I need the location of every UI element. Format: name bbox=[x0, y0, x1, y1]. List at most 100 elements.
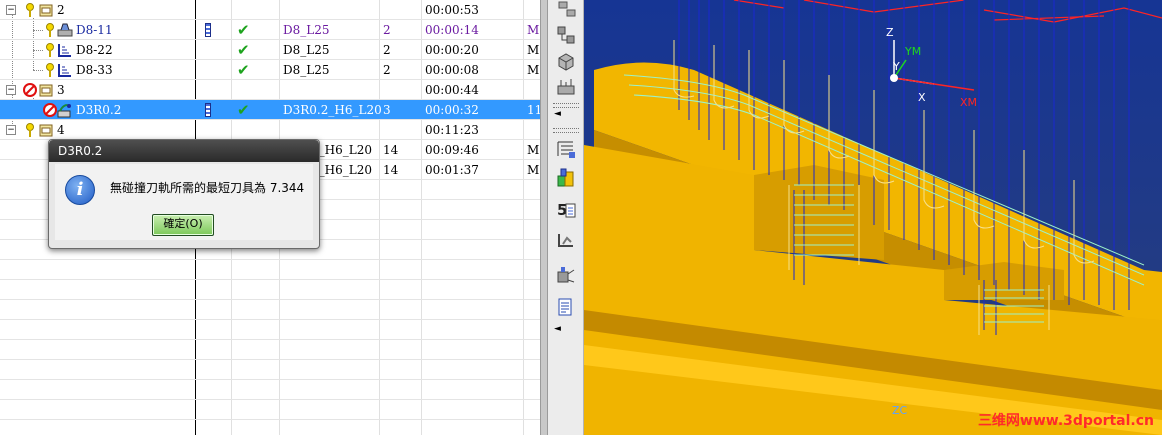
collapse-icon[interactable]: − bbox=[6, 125, 16, 135]
axis-label-y: Y bbox=[892, 60, 900, 73]
time-value: 00:00:14 bbox=[425, 23, 479, 37]
time-value: 00:00:32 bbox=[425, 103, 479, 117]
empty-row bbox=[0, 300, 540, 320]
status-stop-icon bbox=[43, 103, 57, 117]
operation-navigator-icon[interactable] bbox=[555, 138, 577, 160]
axis-label-xm: XM bbox=[960, 96, 977, 109]
checkmark-icon: ✔ bbox=[237, 41, 250, 59]
checkmark-icon: ✔ bbox=[237, 101, 250, 119]
operation-name: 4 bbox=[57, 123, 65, 137]
part-step bbox=[944, 262, 1064, 300]
status-ok-icon bbox=[46, 23, 54, 37]
status-ok-icon bbox=[46, 63, 54, 77]
dialog-body: i 無碰撞刀軌所需的最短刀具為 7.344 確定(O) bbox=[55, 164, 313, 240]
table-row[interactable]: − 2 00:00:53 bbox=[0, 0, 540, 20]
status-ok-icon bbox=[46, 43, 54, 57]
constraint-navigator-icon[interactable] bbox=[555, 24, 577, 46]
collapse-arrow-icon[interactable]: ◄ bbox=[554, 324, 561, 334]
contour-mill-icon bbox=[57, 104, 71, 118]
table-row[interactable]: D8-22 ✔ D8_L25 2 00:00:20 M bbox=[0, 40, 540, 60]
extra-value: M bbox=[527, 143, 540, 157]
time-value: 00:00:44 bbox=[425, 83, 479, 97]
path-value: 2 bbox=[383, 23, 391, 37]
dialog-message: 無碰撞刀軌所需的最短刀具為 7.344 bbox=[110, 181, 305, 195]
assembly-navigator-icon[interactable] bbox=[555, 0, 577, 22]
tool-value: D3R0.2_H6_L20 bbox=[283, 103, 382, 117]
table-row-selected[interactable]: D3R0.2 ✔ D3R0.2_H6_L20 3 00:00:32 11 bbox=[0, 100, 540, 120]
status-ok-icon bbox=[26, 3, 34, 17]
documentation-icon[interactable] bbox=[555, 296, 577, 318]
table-row[interactable]: D8-33 ✔ D8_L25 2 00:00:08 M bbox=[0, 60, 540, 80]
axis-label-x: X bbox=[918, 91, 926, 104]
feature-tree-icon[interactable] bbox=[555, 230, 577, 252]
empty-row bbox=[0, 260, 540, 280]
reuse-library-icon[interactable] bbox=[555, 76, 577, 98]
history-icon[interactable] bbox=[555, 264, 577, 286]
collapse-arrow-icon[interactable]: ◄ bbox=[554, 109, 561, 119]
path-value: 3 bbox=[383, 103, 391, 117]
table-row[interactable]: − 4 00:11:23 bbox=[0, 120, 540, 140]
extra-value: 11 bbox=[527, 103, 540, 117]
machine-tool-navigator-icon[interactable] bbox=[555, 166, 577, 188]
empty-row bbox=[0, 380, 540, 400]
watermark: 三维网www.3dportal.cn bbox=[977, 413, 1154, 429]
tool-value: D8_L25 bbox=[283, 43, 330, 57]
graphics-window[interactable]: Z YM Y X XM ZC 三维网www.3dportal.cn bbox=[584, 0, 1162, 435]
collapse-icon[interactable]: − bbox=[6, 85, 16, 95]
extra-value: M bbox=[527, 43, 540, 57]
part-step bbox=[754, 165, 884, 260]
extra-value: M bbox=[527, 163, 540, 177]
tool-value: 2_H6_L20 bbox=[311, 143, 372, 157]
operation-name: D8-11 bbox=[76, 23, 113, 37]
empty-row bbox=[0, 280, 540, 300]
time-value: 00:01:37 bbox=[425, 163, 479, 177]
part-navigator-icon[interactable] bbox=[555, 50, 577, 72]
empty-row bbox=[0, 320, 540, 340]
zlevel-mill-icon bbox=[58, 44, 71, 57]
ok-button[interactable]: 確定(O) bbox=[152, 214, 214, 236]
program-group-icon bbox=[39, 124, 53, 137]
path-value: 2 bbox=[383, 43, 391, 57]
resource-bar: ◄ 5 ◄ bbox=[548, 0, 584, 435]
time-value: 00:09:46 bbox=[425, 143, 479, 157]
time-value: 00:11:23 bbox=[425, 123, 479, 137]
table-row[interactable]: − 3 00:00:44 bbox=[0, 80, 540, 100]
zlevel-mill-icon bbox=[58, 64, 71, 77]
toolpath-generated-icon bbox=[205, 103, 211, 117]
table-row[interactable]: D8-11 ✔ D8_L25 2 00:00:14 M bbox=[0, 20, 540, 40]
process-study-icon[interactable]: 5 bbox=[555, 198, 577, 220]
operation-navigator[interactable]: − 2 00:00:53 D8-11 ✔ D8_L25 2 00:00:14 M… bbox=[0, 0, 540, 435]
extra-value: M bbox=[527, 63, 540, 77]
program-group-icon bbox=[39, 4, 53, 17]
tool-value: 2_H6_L20 bbox=[311, 163, 372, 177]
time-value: 00:00:20 bbox=[425, 43, 479, 57]
axis-label-zc: ZC bbox=[892, 404, 908, 417]
toolpath-view: Z YM Y X XM ZC bbox=[584, 0, 1162, 435]
axis-label-z: Z bbox=[886, 26, 894, 39]
axis-label-ym: YM bbox=[904, 45, 921, 58]
empty-row bbox=[0, 400, 540, 420]
operation-name: 3 bbox=[57, 83, 65, 97]
operation-name: D8-22 bbox=[76, 43, 113, 57]
info-dialog[interactable]: D3R0.2 i 無碰撞刀軌所需的最短刀具為 7.344 確定(O) bbox=[48, 139, 320, 249]
pane-splitter[interactable] bbox=[540, 0, 548, 435]
empty-row bbox=[0, 420, 540, 435]
checkmark-icon: ✔ bbox=[237, 61, 250, 79]
path-value: 14 bbox=[383, 163, 399, 177]
toolbar-separator bbox=[553, 128, 579, 133]
collapse-icon[interactable]: − bbox=[6, 5, 16, 15]
operation-name: D8-33 bbox=[76, 63, 113, 77]
tool-value: D8_L25 bbox=[283, 23, 330, 37]
path-value: 14 bbox=[383, 143, 399, 157]
time-value: 00:00:53 bbox=[425, 3, 479, 17]
operation-name: 2 bbox=[57, 3, 65, 17]
time-value: 00:00:08 bbox=[425, 63, 479, 77]
toolpath-generated-icon bbox=[205, 23, 211, 37]
dialog-title[interactable]: D3R0.2 bbox=[49, 140, 319, 162]
path-value: 2 bbox=[383, 63, 391, 77]
status-ok-icon bbox=[26, 123, 34, 137]
empty-row bbox=[0, 340, 540, 360]
status-stop-icon bbox=[23, 83, 37, 97]
operation-name: D3R0.2 bbox=[76, 103, 122, 117]
cavity-mill-icon bbox=[57, 23, 73, 37]
